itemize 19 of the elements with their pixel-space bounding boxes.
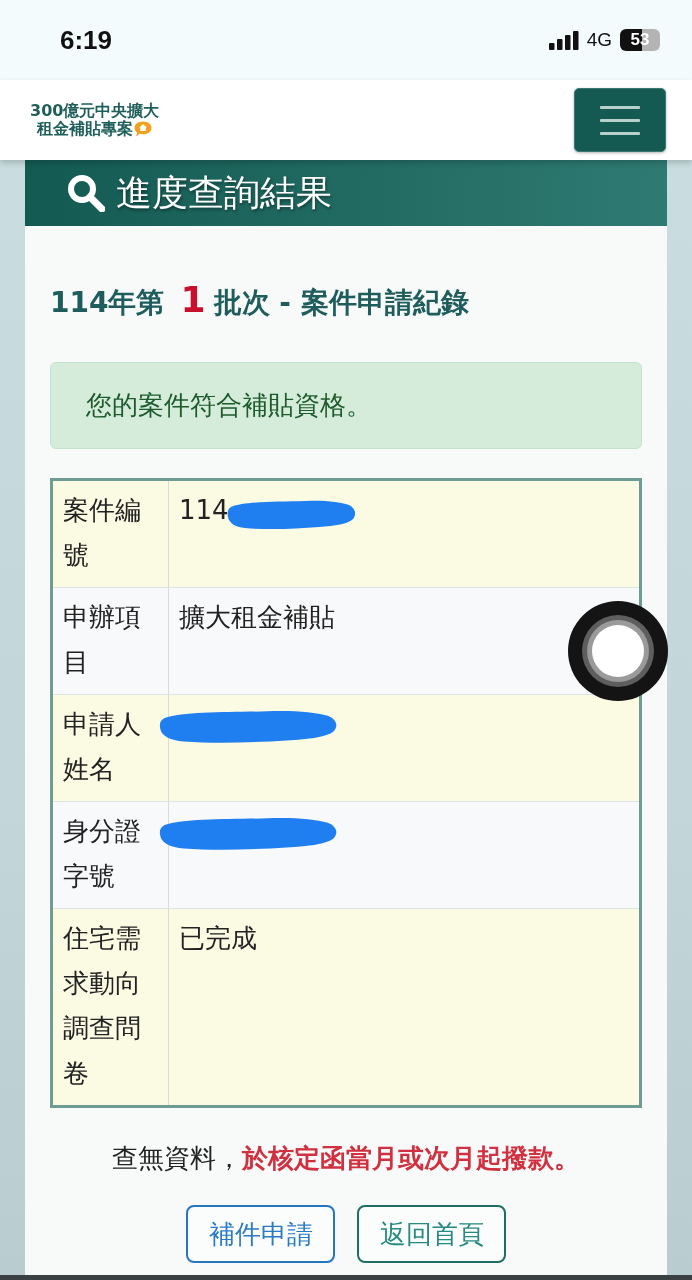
field-value: 擴大租金補貼 <box>179 601 335 634</box>
signal-icon <box>548 30 579 50</box>
search-icon <box>67 174 105 212</box>
logo-text[interactable]: 300億元中央擴大 <box>30 102 160 120</box>
panel-title: 進度查詢結果 <box>116 172 332 214</box>
logo-text[interactable]: 租金補貼專案 <box>37 120 134 138</box>
assistive-touch-button[interactable] <box>568 601 668 701</box>
menu-button[interactable] <box>574 88 666 152</box>
field-value: 114 <box>179 494 229 527</box>
batch-title: 114年第 1 批次 - 案件申請紀錄 <box>50 278 470 322</box>
field-value: 已完成 <box>179 922 257 955</box>
home-button[interactable]: 返回首頁 <box>357 1205 506 1263</box>
network-type: 4G <box>586 29 612 51</box>
supplement-button[interactable]: 補件申請 <box>186 1205 335 1263</box>
status-time: 6:19 <box>60 25 113 55</box>
eligibility-alert: 您的案件符合補貼資格。 <box>50 362 642 449</box>
payment-note: 查無資料，於核定函當月或次月起撥款。 <box>111 1142 581 1175</box>
field-label: 住宅需求動向調查問卷 <box>53 909 169 1105</box>
house-bubble-icon <box>134 121 153 137</box>
